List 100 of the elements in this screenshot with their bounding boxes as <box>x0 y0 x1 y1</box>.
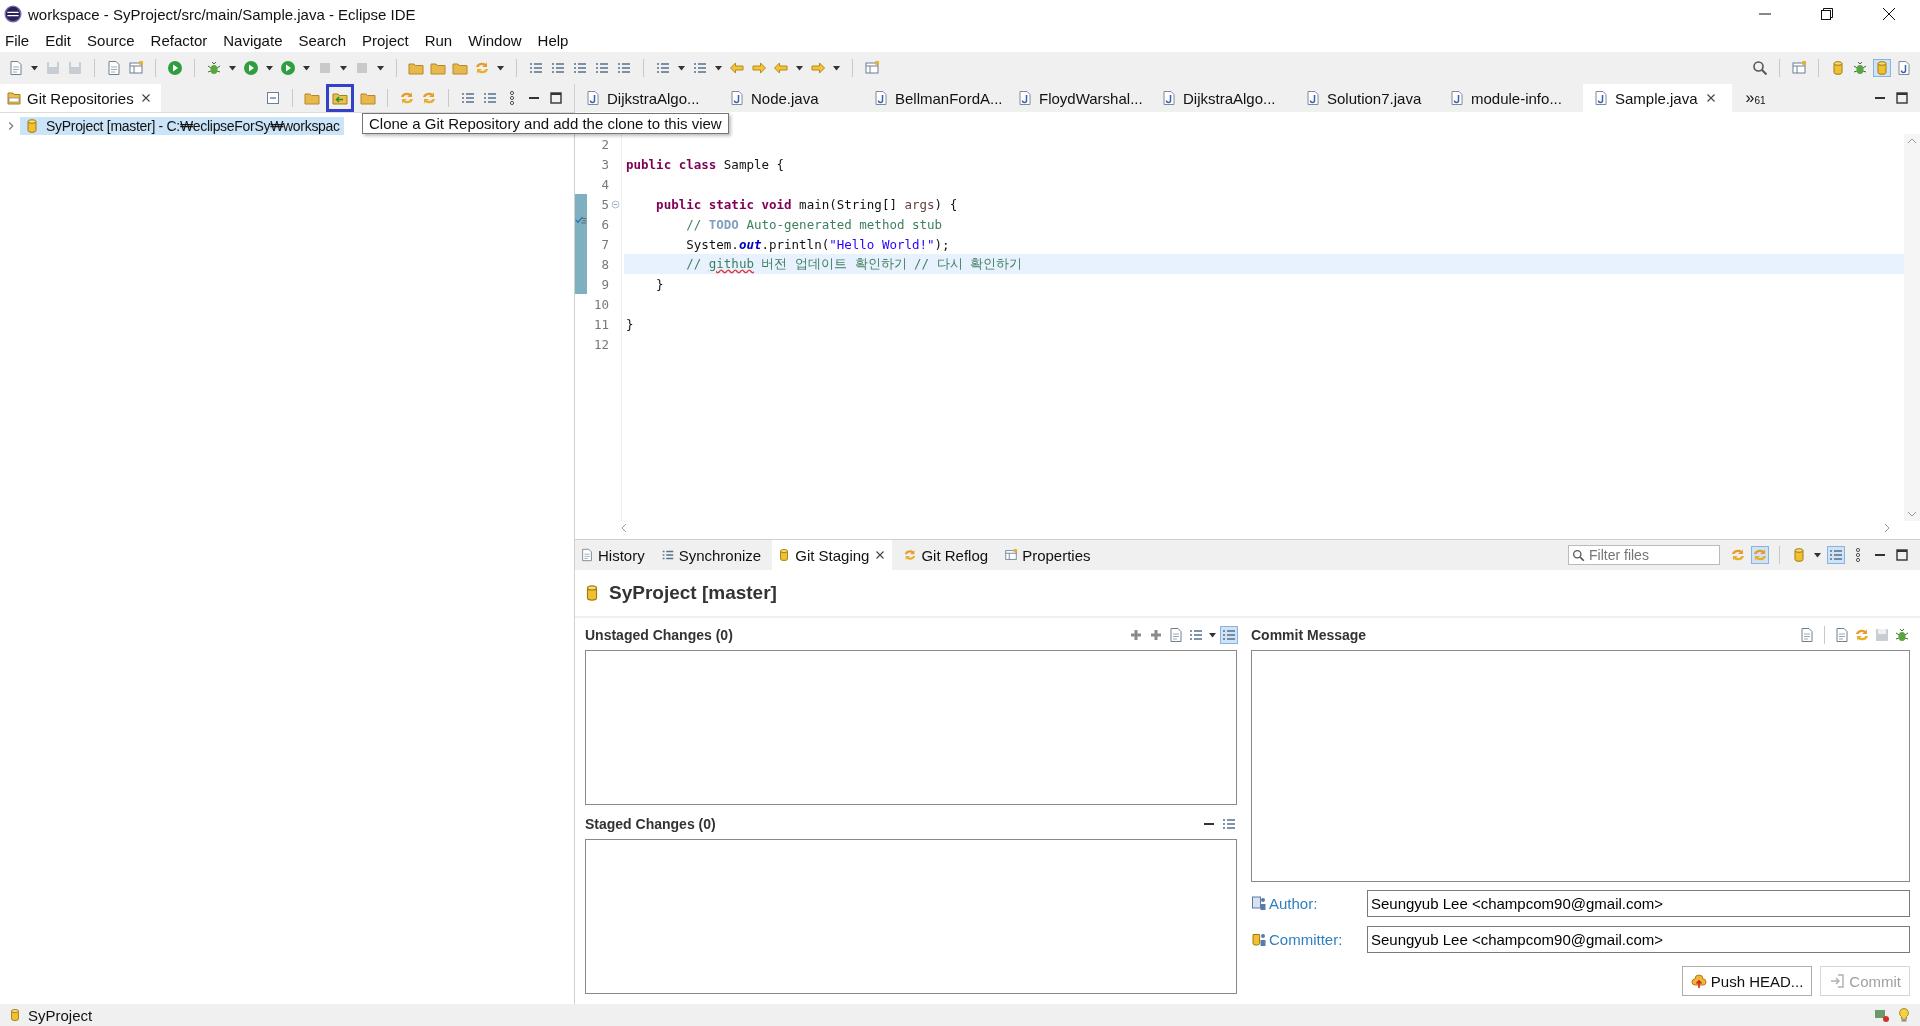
scroll-up-icon[interactable] <box>1907 138 1917 144</box>
perspective-icon[interactable] <box>864 60 880 76</box>
view-tab[interactable]: Synchronize <box>655 540 767 570</box>
view-tab[interactable]: Git Reflog <box>898 540 994 570</box>
menu-item[interactable]: Help <box>536 31 570 49</box>
list-icon[interactable] <box>550 60 566 76</box>
arrow-right-icon[interactable] <box>810 60 826 76</box>
list-icon[interactable] <box>655 60 671 76</box>
search-icon[interactable] <box>1752 60 1768 76</box>
menu-item[interactable]: Navigate <box>222 31 284 49</box>
maximize-icon[interactable] <box>548 90 564 106</box>
menu-item[interactable]: Search <box>297 31 347 49</box>
section-title: Commit Message <box>1251 627 1367 643</box>
push-button[interactable]: Push HEAD... <box>1681 966 1813 996</box>
menu-item[interactable]: Run <box>423 31 454 49</box>
section-title: Staged Changes (0) <box>585 816 716 832</box>
clone-icon[interactable] <box>332 90 348 106</box>
author-link[interactable]: Author: <box>1269 894 1365 912</box>
menu-item[interactable]: Edit <box>44 31 73 49</box>
menu-item[interactable]: Window <box>467 31 523 49</box>
run-icon[interactable] <box>243 60 259 76</box>
editor-tab[interactable]: DijkstraAlgo... <box>1151 84 1289 112</box>
document-icon[interactable] <box>1799 627 1815 643</box>
bug-icon[interactable] <box>1894 627 1910 643</box>
filter-field[interactable]: Filter files <box>1568 545 1720 565</box>
list-icon[interactable] <box>572 60 588 76</box>
sync-icon[interactable] <box>1730 547 1746 563</box>
database-icon <box>24 118 40 134</box>
list-icon[interactable] <box>616 60 632 76</box>
perspective-icon[interactable] <box>1791 60 1807 76</box>
run-icon[interactable] <box>280 60 296 76</box>
document-icon[interactable] <box>106 60 122 76</box>
folder-icon[interactable] <box>408 60 424 76</box>
sync-icon[interactable] <box>1854 627 1870 643</box>
menu-item[interactable]: File <box>4 31 31 49</box>
maximize-icon[interactable] <box>1894 547 1910 563</box>
editor-tab[interactable]: BellmanFordA... <box>863 84 1001 112</box>
document-icon[interactable] <box>1834 627 1850 643</box>
list-icon[interactable] <box>460 90 476 106</box>
database-icon[interactable] <box>1830 60 1846 76</box>
editor-tab[interactable]: Solution7.java <box>1295 84 1433 112</box>
bug-icon[interactable] <box>1852 60 1868 76</box>
list-icon[interactable] <box>692 60 708 76</box>
stop-icon[interactable] <box>354 60 370 76</box>
task-icon <box>575 214 587 226</box>
sync-icon[interactable] <box>1752 547 1768 563</box>
list-icon[interactable] <box>528 60 544 76</box>
lightbulb-icon[interactable] <box>1896 1007 1912 1023</box>
maximize-icon[interactable] <box>1894 90 1910 106</box>
arrow-right-icon[interactable] <box>751 60 767 76</box>
java-file-icon[interactable] <box>1896 60 1912 76</box>
menu-item[interactable]: Refactor <box>149 31 209 49</box>
scroll-down-icon[interactable] <box>1907 511 1917 517</box>
editor-tab[interactable]: Sample.java <box>1583 84 1732 112</box>
view-tab[interactable]: Git Repositories <box>0 84 161 112</box>
tree-item[interactable]: SyProject [master] - C:₩eclipseForSy₩workspac <box>20 117 344 135</box>
commit-message-field[interactable] <box>1251 650 1910 882</box>
arrow-left-icon[interactable] <box>729 60 745 76</box>
view-tab[interactable]: Git Staging <box>772 540 893 570</box>
folder-icon[interactable] <box>452 60 468 76</box>
run-icon[interactable] <box>167 60 183 76</box>
more-tabs-button[interactable]: »61 <box>1737 89 1774 107</box>
folder-icon[interactable] <box>360 90 376 106</box>
scroll-right-icon[interactable] <box>1884 523 1890 533</box>
view-tab[interactable]: Properties <box>999 540 1096 570</box>
scroll-left-icon[interactable] <box>621 523 627 533</box>
fold-icon[interactable] <box>609 198 621 210</box>
database-icon[interactable] <box>1791 547 1807 563</box>
editor-tab[interactable]: FloydWarshal... <box>1007 84 1145 112</box>
committer-link[interactable]: Committer: <box>1269 930 1365 948</box>
database-icon[interactable] <box>1874 60 1890 76</box>
editor-tab[interactable]: module-info... <box>1439 84 1577 112</box>
menu-item[interactable]: Project <box>361 31 410 49</box>
arrow-left-icon[interactable] <box>773 60 789 76</box>
vertical-scrollbar[interactable] <box>1904 134 1920 521</box>
editor-tab[interactable]: DijkstraAlgo... <box>575 84 713 112</box>
bug-icon[interactable] <box>206 60 222 76</box>
committer-field[interactable]: Seungyub Lee <champcom90@gmail.com> <box>1367 925 1910 953</box>
folder-icon[interactable] <box>304 90 320 106</box>
list-icon[interactable] <box>482 90 498 106</box>
editor-tab[interactable]: Node.java <box>719 84 857 112</box>
collapse-icon[interactable] <box>265 90 281 106</box>
folder-icon[interactable] <box>430 60 446 76</box>
document-icon[interactable] <box>8 60 24 76</box>
document-icon[interactable] <box>1168 627 1184 643</box>
plus-icon[interactable] <box>1128 627 1144 643</box>
view-tab[interactable]: History <box>575 540 650 570</box>
author-field[interactable]: Seungyub Lee <champcom90@gmail.com> <box>1367 889 1910 917</box>
notification-icon[interactable] <box>1874 1007 1890 1023</box>
sync-icon[interactable] <box>474 60 490 76</box>
plus-icon[interactable] <box>1148 627 1164 643</box>
list-icon[interactable] <box>1828 547 1844 563</box>
list-icon[interactable] <box>594 60 610 76</box>
stop-icon[interactable] <box>317 60 333 76</box>
perspective-icon[interactable] <box>128 60 144 76</box>
sync-icon[interactable] <box>421 90 437 106</box>
menu-item[interactable]: Source <box>86 31 136 49</box>
sync-icon[interactable] <box>399 90 415 106</box>
line-number: 9 <box>601 276 609 292</box>
code-line: public static void main(String[] args) { <box>655 196 958 212</box>
